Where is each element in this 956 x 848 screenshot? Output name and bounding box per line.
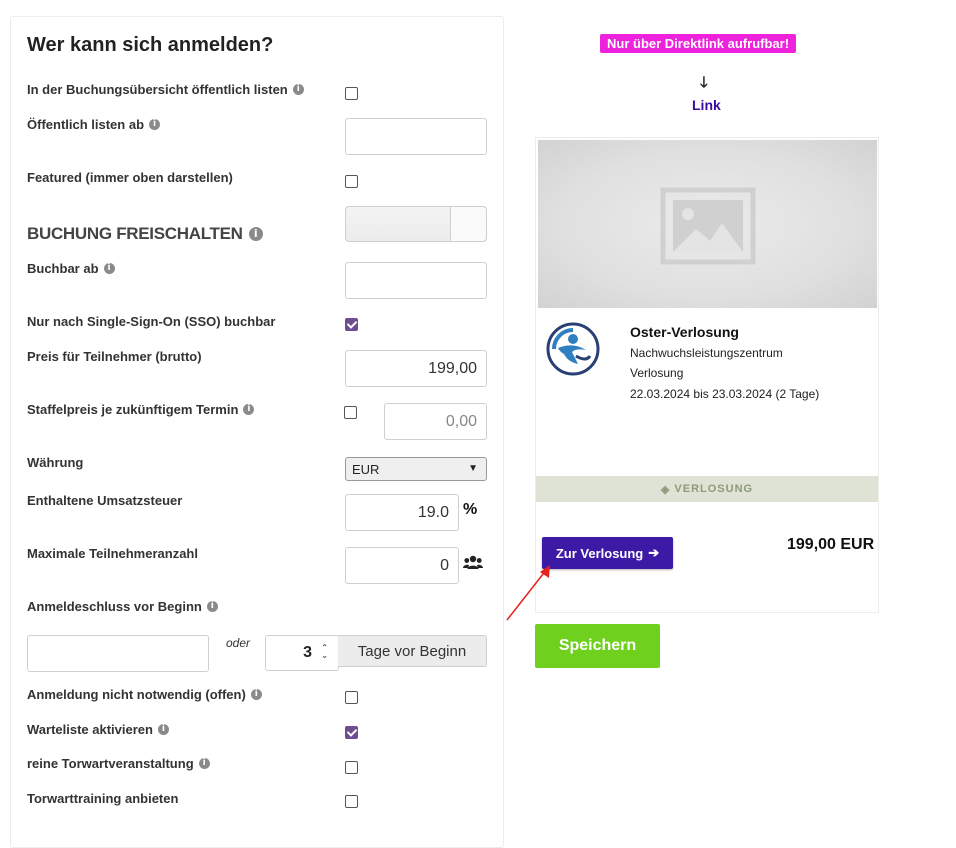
waitlist-checkbox[interactable]	[345, 726, 358, 739]
tier-price-checkbox[interactable]	[344, 406, 357, 419]
bookable-from-input[interactable]	[345, 262, 487, 299]
info-icon[interactable]: i	[198, 758, 210, 769]
open-raffle-label: Zur Verlosung	[555, 545, 644, 561]
tier-price-label: Staffelpreis je zukünftigem Termin i	[27, 402, 255, 417]
list-public-label: In der Buchungsübersicht öffentlich list…	[27, 82, 304, 97]
days-suffix-addon: Tage vor Beginn	[338, 635, 487, 667]
sso-checkbox[interactable]	[345, 318, 358, 331]
card-type: Verlosung	[630, 366, 684, 380]
direct-link[interactable]: Link	[692, 97, 721, 113]
info-icon[interactable]: i	[206, 601, 218, 612]
currency-select[interactable]: EUR ▼	[345, 457, 487, 481]
max-participants-input[interactable]: 0	[345, 547, 459, 584]
info-icon[interactable]: i	[243, 404, 255, 415]
or-label: oder	[226, 636, 251, 650]
max-participants-label: Maximale Teilnehmeranzahl	[27, 546, 198, 561]
sso-label: Nur nach Single-Sign-On (SSO) buchbar	[27, 314, 276, 329]
goalkeeper-label: reine Torwartveranstaltung i	[27, 756, 210, 771]
no-registration-label: Anmeldung nicht notwendig (offen) i	[27, 687, 262, 702]
section-booking-heading: BUCHUNG FREISCHALTEN i	[27, 224, 263, 244]
spinner-arrows-icon[interactable]: ⌃ ⌄	[321, 644, 328, 660]
arrow-down-icon: 🡓	[700, 74, 708, 91]
deadline-date-input[interactable]	[27, 635, 209, 672]
event-image-placeholder	[538, 140, 877, 308]
vat-label: Enthaltene Umsatzsteuer	[27, 493, 183, 508]
tag-icon: ◈	[660, 483, 671, 496]
panel-title: Wer kann sich anmelden?	[27, 34, 274, 56]
info-icon[interactable]: i	[103, 263, 115, 274]
direct-link-badge: Nur über Direktlink aufrufbar!	[600, 34, 797, 53]
arrow-right-icon: ➔	[648, 545, 660, 560]
annotation-arrow	[506, 565, 550, 621]
toggle-knob[interactable]	[450, 207, 486, 241]
bookable-from-label: Buchbar ab i	[27, 261, 115, 276]
ribbon-label: VERLOSUNG	[674, 483, 754, 495]
goalkeeper-training-checkbox[interactable]	[345, 795, 358, 808]
list-public-checkbox[interactable]	[345, 87, 358, 100]
list-public-from-label: Öffentlich listen ab i	[27, 117, 161, 132]
price-input[interactable]: 199,00	[345, 350, 487, 387]
info-icon[interactable]: i	[250, 689, 262, 700]
card-title: Oster-Verlosung	[630, 324, 739, 340]
featured-label: Featured (immer oben darstellen)	[27, 170, 233, 185]
tier-price-input[interactable]: 0,00	[384, 403, 487, 440]
card-organization: Nachwuchsleistungszentrum	[630, 346, 783, 360]
chevron-down-icon: ▼	[468, 463, 478, 474]
featured-checkbox[interactable]	[345, 175, 358, 188]
days-number-input[interactable]: 3 ⌃ ⌄	[265, 635, 339, 671]
info-icon[interactable]: i	[149, 119, 161, 130]
users-icon	[463, 555, 483, 569]
club-logo	[546, 322, 600, 376]
info-icon[interactable]: i	[157, 724, 169, 735]
info-icon[interactable]: i	[292, 84, 304, 95]
currency-selected-value: EUR	[352, 461, 380, 477]
deadline-label: Anmeldeschluss vor Beginn i	[27, 599, 218, 614]
goalkeeper-training-label: Torwarttraining anbieten	[27, 791, 179, 806]
save-button[interactable]: Speichern	[535, 624, 660, 668]
percent-icon: %	[463, 501, 478, 518]
no-registration-checkbox[interactable]	[345, 691, 358, 704]
list-public-from-input[interactable]	[345, 118, 487, 155]
open-raffle-button[interactable]: Zur Verlosung ➔	[542, 537, 673, 569]
card-category-ribbon: ◈ VERLOSUNG	[536, 476, 878, 502]
price-label: Preis für Teilnehmer (brutto)	[27, 349, 202, 364]
card-price: 199,00 EUR	[787, 536, 875, 553]
waitlist-label: Warteliste aktivieren i	[27, 722, 169, 737]
days-value: 3	[303, 644, 312, 661]
currency-label: Währung	[27, 455, 84, 470]
vat-input[interactable]: 19.0	[345, 494, 459, 531]
info-icon[interactable]: i	[248, 227, 263, 241]
goalkeeper-checkbox[interactable]	[345, 761, 358, 774]
booking-toggle[interactable]	[345, 206, 487, 242]
card-dates: 22.03.2024 bis 23.03.2024 (2 Tage)	[630, 387, 820, 401]
image-placeholder-icon	[660, 187, 756, 265]
